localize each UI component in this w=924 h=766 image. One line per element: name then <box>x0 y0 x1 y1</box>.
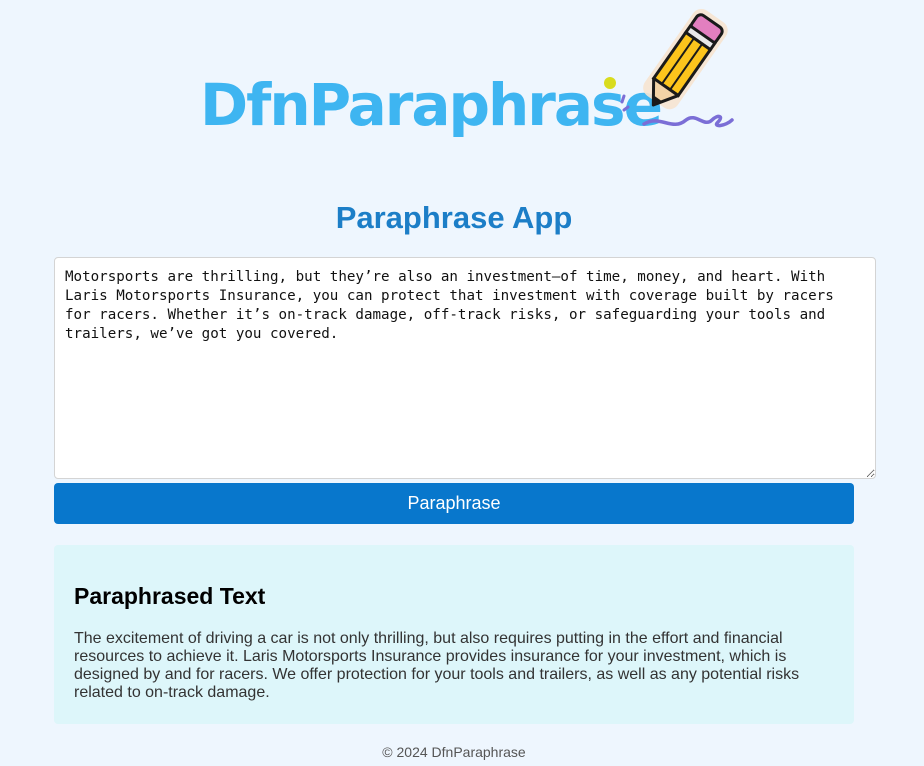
logo-text: DfnParaphrase <box>200 71 663 139</box>
page-title: Paraphrase App <box>335 200 573 235</box>
result-text: The excitement of driving a car is not o… <box>74 630 800 701</box>
logo: DfnParaphrase <box>196 6 736 156</box>
result-panel: Paraphrased Text The excitement of drivi… <box>54 545 854 724</box>
paraphrase-button[interactable]: Paraphrase <box>54 483 854 524</box>
result-heading: Paraphrased Text <box>74 583 266 609</box>
footer-copyright: © 2024 DfnParaphrase <box>382 744 526 760</box>
source-text-input[interactable]: Motorsports are thrilling, but they’re a… <box>54 257 876 479</box>
pencil-icon <box>604 8 734 128</box>
